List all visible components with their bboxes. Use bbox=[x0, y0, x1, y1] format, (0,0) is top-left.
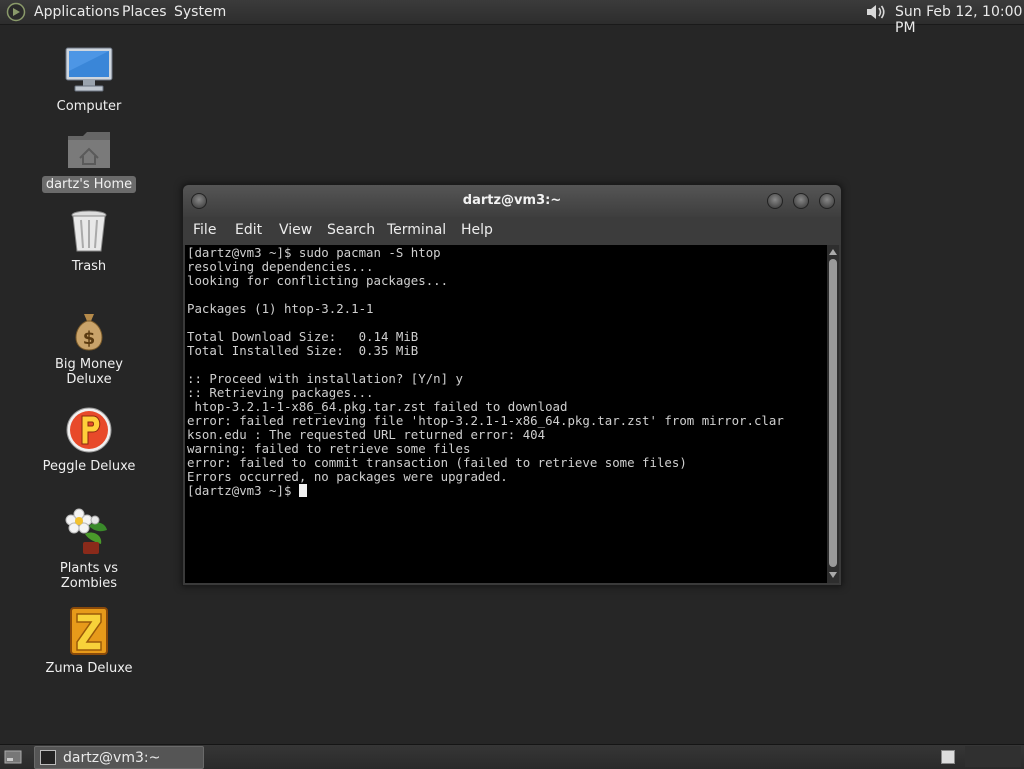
close-button[interactable] bbox=[819, 193, 835, 209]
maximize-button[interactable] bbox=[793, 193, 809, 209]
terminal-line: resolving dependencies... bbox=[187, 259, 374, 274]
workspace-switcher[interactable] bbox=[941, 750, 955, 764]
text-cursor bbox=[298, 484, 307, 497]
terminal-line: looking for conflicting packages... bbox=[187, 273, 449, 288]
gnome-foot-icon[interactable] bbox=[6, 2, 26, 22]
scrollbar-thumb[interactable] bbox=[829, 259, 837, 567]
terminal-line: htop-3.2.1-1-x86_64.pkg.tar.zst failed t… bbox=[187, 399, 568, 414]
menu-edit[interactable]: Edit bbox=[235, 222, 262, 238]
menu-help[interactable]: Help bbox=[461, 222, 493, 238]
desktop-icon-zuma[interactable]: Zuma Deluxe bbox=[34, 606, 144, 677]
desktop-icon-label: Zuma Deluxe bbox=[45, 661, 133, 676]
trash-icon bbox=[71, 210, 107, 252]
desktop-icon-peggle[interactable]: Peggle Deluxe bbox=[34, 406, 144, 475]
menu-file[interactable]: File bbox=[193, 222, 216, 238]
terminal-prompt: [dartz@vm3 ~]$ bbox=[187, 483, 299, 498]
terminal-menubar: File Edit View Search Terminal Help bbox=[183, 217, 841, 245]
terminal-output[interactable]: [dartz@vm3 ~]$ sudo pacman -S htop resol… bbox=[185, 245, 827, 583]
applications-menu[interactable]: Applications bbox=[34, 4, 120, 20]
desktop-icon-label: Plants vs Zombies bbox=[59, 561, 119, 591]
menu-terminal[interactable]: Terminal bbox=[387, 222, 446, 238]
window-title: dartz@vm3:~ bbox=[462, 193, 562, 208]
menu-search[interactable]: Search bbox=[327, 222, 375, 238]
desktop-icon-computer[interactable]: Computer bbox=[34, 46, 144, 115]
desktop-icon-label: Computer bbox=[56, 99, 122, 114]
terminal-line: Packages (1) htop-3.2.1-1 bbox=[187, 301, 374, 316]
desktop-icon-label: dartz's Home bbox=[41, 176, 137, 193]
desktop-icon-label: Big Money Deluxe bbox=[54, 357, 123, 387]
minimize-button[interactable] bbox=[767, 193, 783, 209]
show-desktop-icon[interactable] bbox=[4, 748, 22, 766]
scroll-up-arrow-icon[interactable] bbox=[829, 248, 837, 256]
flower-icon bbox=[65, 508, 107, 554]
desktop-icon-label: Trash bbox=[71, 259, 107, 274]
system-menu[interactable]: System bbox=[174, 4, 226, 20]
terminal-line: error: failed retrieving file 'htop-3.2.… bbox=[187, 413, 784, 428]
desktop-icon-label: Peggle Deluxe bbox=[42, 459, 136, 474]
terminal-line: Total Installed Size: 0.35 MiB bbox=[187, 343, 419, 358]
clock[interactable]: Sun Feb 12, 10:00 PM bbox=[895, 4, 1024, 36]
terminal-line: Total Download Size: 0.14 MiB bbox=[187, 329, 419, 344]
places-menu[interactable]: Places bbox=[122, 4, 167, 20]
terminal-line: [dartz@vm3 ~]$ sudo pacman -S htop bbox=[187, 245, 441, 260]
terminal-line: error: failed to commit transaction (fai… bbox=[187, 455, 687, 470]
terminal-line: Errors occurred, no packages were upgrad… bbox=[187, 469, 508, 484]
home-folder-icon bbox=[68, 132, 110, 168]
window-titlebar[interactable]: dartz@vm3:~ bbox=[183, 185, 841, 217]
bottom-panel: dartz@vm3:~ bbox=[0, 744, 1024, 769]
terminal-line: :: Proceed with installation? [Y/n] y bbox=[187, 371, 464, 386]
desktop-icon-home[interactable]: dartz's Home bbox=[34, 128, 144, 193]
volume-icon[interactable] bbox=[864, 2, 888, 22]
terminal-line: kson.edu : The requested URL returned er… bbox=[187, 427, 546, 442]
zuma-icon bbox=[70, 607, 108, 655]
menu-view[interactable]: View bbox=[279, 222, 312, 238]
scroll-down-arrow-icon[interactable] bbox=[829, 571, 837, 579]
workspace-area[interactable] bbox=[965, 746, 1021, 767]
taskbar-button-label: dartz@vm3:~ bbox=[63, 750, 161, 766]
terminal-window[interactable]: dartz@vm3:~ File Edit View Search Termin… bbox=[182, 184, 842, 586]
desktop-icon-big-money[interactable]: $ Big Money Deluxe bbox=[34, 310, 144, 388]
desktop-icon-plants-vs-zombies[interactable]: Plants vs Zombies bbox=[34, 506, 144, 592]
peggle-icon bbox=[66, 407, 112, 453]
top-panel: Applications Places System Sun Feb 12, 1… bbox=[0, 0, 1024, 36]
terminal-scrollbar[interactable] bbox=[827, 245, 839, 583]
terminal-prompt-line[interactable]: [dartz@vm3 ~]$ bbox=[185, 484, 827, 498]
desktop-icon-trash[interactable]: Trash bbox=[34, 208, 144, 275]
computer-icon bbox=[65, 47, 113, 92]
terminal-line: :: Retrieving packages... bbox=[187, 385, 374, 400]
money-bag-icon: $ bbox=[75, 314, 103, 351]
taskbar-terminal-button[interactable]: dartz@vm3:~ bbox=[34, 746, 204, 769]
terminal-line: warning: failed to retrieve some files bbox=[187, 441, 471, 456]
svg-text:$: $ bbox=[83, 328, 96, 349]
terminal-icon bbox=[40, 750, 56, 765]
